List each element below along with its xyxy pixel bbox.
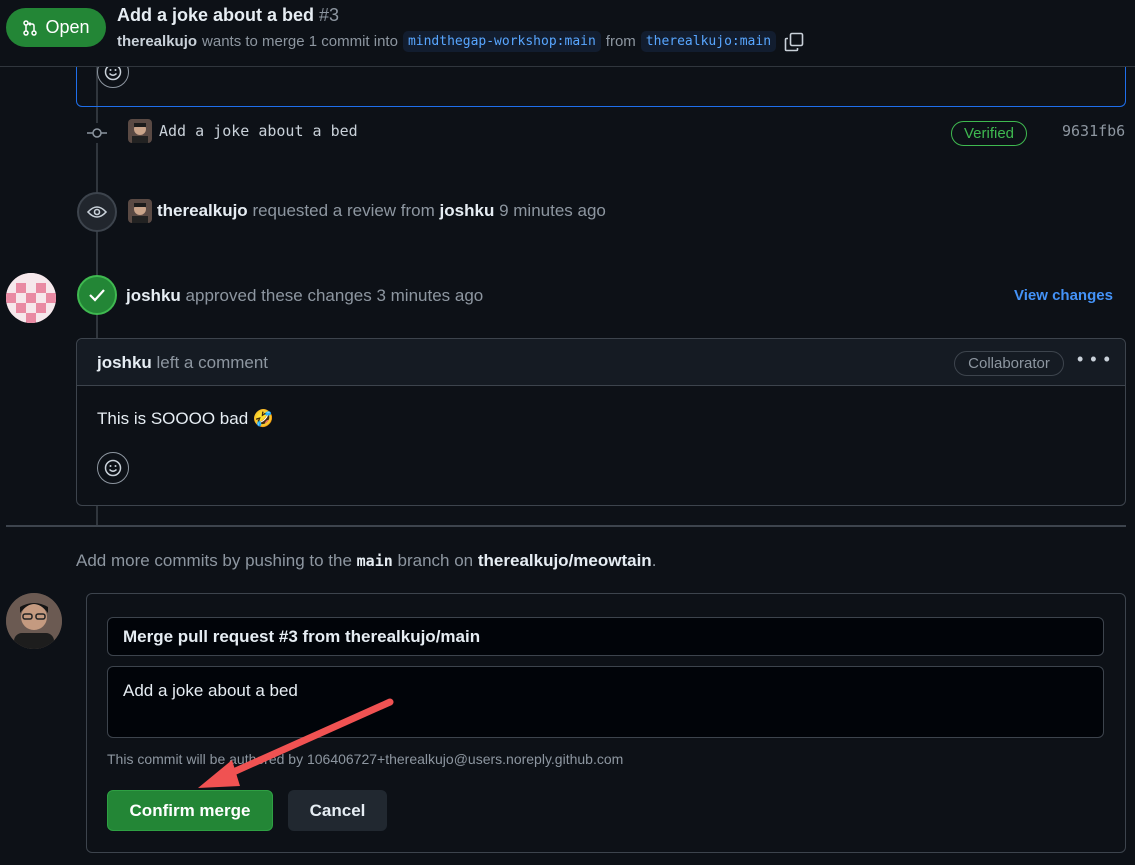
pr-subtitle: therealkujo wants to merge 1 commit into… bbox=[117, 31, 804, 52]
avatar[interactable] bbox=[6, 593, 62, 649]
comment-header-text: joshku left a comment bbox=[97, 353, 268, 373]
comment-body: This is SOOOO bad 🤣 bbox=[97, 409, 275, 428]
event-text: requested a review from bbox=[252, 201, 435, 220]
review-request-badge bbox=[77, 192, 117, 232]
actor-link[interactable]: therealkujo bbox=[157, 201, 248, 220]
approval-event: joshku approved these changes 3 minutes … bbox=[126, 286, 483, 306]
note-prefix: Add more commits by pushing to the bbox=[76, 551, 352, 570]
base-branch[interactable]: mindthegap-workshop:main bbox=[402, 31, 601, 52]
event-time[interactable]: 9 minutes ago bbox=[499, 201, 606, 220]
from-text: from bbox=[605, 33, 636, 50]
actor-link[interactable]: joshku bbox=[126, 286, 181, 305]
pr-header: Open Add a joke about a bed #3 therealku… bbox=[0, 0, 1135, 67]
add-reaction-button[interactable] bbox=[97, 452, 129, 484]
comment-action: left a comment bbox=[156, 353, 269, 372]
view-changes-link[interactable]: View changes bbox=[1014, 287, 1113, 304]
repo-link[interactable]: therealkujo/meowtain bbox=[478, 551, 652, 570]
avatar[interactable] bbox=[128, 119, 152, 143]
avatar[interactable] bbox=[6, 273, 56, 323]
head-branch[interactable]: therealkujo:main bbox=[640, 31, 777, 52]
avatar[interactable] bbox=[128, 199, 152, 223]
review-request-event: therealkujo requested a review from josh… bbox=[157, 201, 606, 221]
smiley-icon bbox=[104, 459, 122, 477]
commit-sha[interactable]: 9631fb6 bbox=[1062, 122, 1125, 140]
note-middle: branch on bbox=[397, 551, 474, 570]
status-badge: Open bbox=[6, 8, 106, 47]
author-link[interactable]: therealkujo bbox=[117, 33, 197, 50]
git-pull-request-icon bbox=[23, 19, 38, 36]
review-comment: joshku left a comment Collaborator • • •… bbox=[76, 338, 1126, 506]
status-label: Open bbox=[45, 17, 90, 37]
page-title: Add a joke about a bed #3 bbox=[117, 5, 339, 26]
reviewer-link[interactable]: joshku bbox=[440, 201, 495, 220]
verified-badge[interactable]: Verified bbox=[951, 121, 1027, 146]
add-commits-note: Add more commits by pushing to the main … bbox=[76, 551, 656, 571]
event-text: approved these changes 3 minutes ago bbox=[185, 286, 484, 305]
commit-title-input[interactable]: Merge pull request #3 from therealkujo/m… bbox=[107, 617, 1104, 656]
copy-icon[interactable] bbox=[784, 32, 804, 52]
commit-message[interactable]: Add a joke about a bed bbox=[159, 122, 358, 140]
wants-text: wants to merge 1 commit into bbox=[202, 33, 398, 50]
pr-number: #3 bbox=[319, 5, 340, 25]
check-icon bbox=[89, 289, 105, 302]
note-suffix: . bbox=[651, 551, 657, 570]
eye-icon bbox=[87, 206, 107, 218]
kebab-icon[interactable]: • • • bbox=[1077, 349, 1111, 370]
timeline-divider bbox=[6, 525, 1126, 527]
annotation-arrow bbox=[198, 698, 394, 788]
branch-name: main bbox=[356, 552, 393, 570]
git-commit-icon bbox=[87, 123, 107, 143]
approved-badge bbox=[77, 275, 117, 315]
comment-author[interactable]: joshku bbox=[97, 353, 152, 372]
pr-title-text: Add a joke about a bed bbox=[117, 5, 315, 25]
comment-header: joshku left a comment Collaborator • • • bbox=[77, 339, 1125, 386]
role-badge: Collaborator bbox=[954, 351, 1064, 376]
